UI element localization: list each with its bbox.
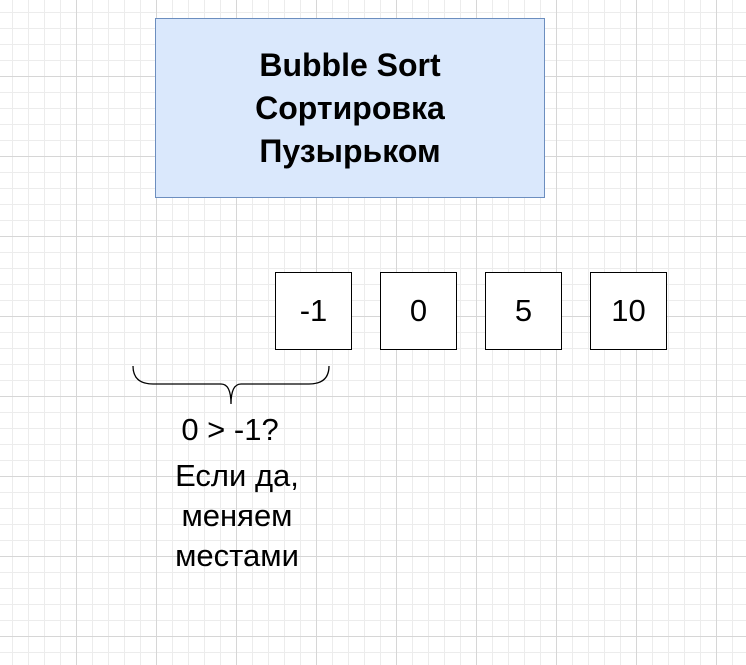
title-line-1: Bubble Sort: [259, 46, 441, 83]
title-line-3: Пузырьком: [259, 132, 441, 169]
title-line-2: Сортировка: [255, 89, 445, 126]
curly-brace-path: [132, 365, 330, 405]
comparison-action: Если да, меняем местами: [140, 456, 334, 576]
array-cell-2: 5: [485, 272, 562, 350]
comparison-question: 0 > -1?: [181, 412, 279, 447]
curly-brace: [132, 365, 330, 405]
array-cell-0: -1: [275, 272, 352, 350]
array-cell-3: 10: [590, 272, 667, 350]
comparison-action-line-3: местами: [175, 538, 299, 573]
array-cell-1: 0: [380, 272, 457, 350]
title-box: Bubble Sort Сортировка Пузырьком: [155, 18, 545, 198]
comparison-action-line-1: Если да,: [175, 458, 299, 493]
comparison-action-line-2: меняем: [181, 498, 293, 533]
